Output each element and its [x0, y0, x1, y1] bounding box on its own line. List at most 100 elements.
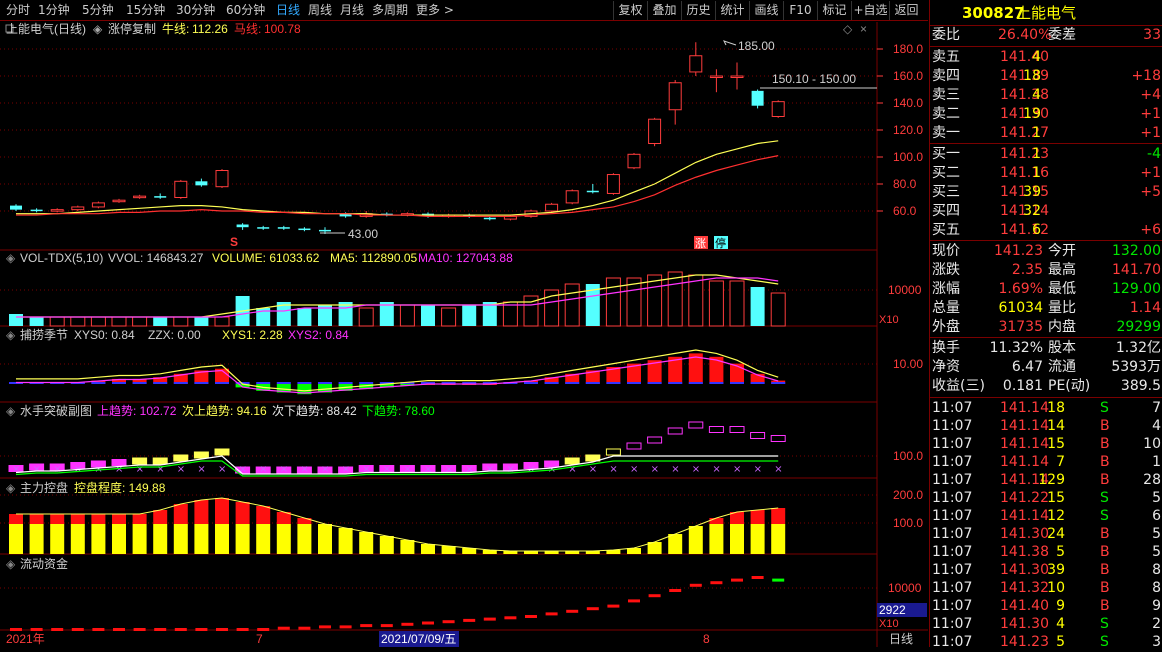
control-bar-yellow [235, 524, 250, 554]
toolbar-button[interactable]: 复权 [613, 1, 647, 20]
toolbar-button[interactable]: 统计 [715, 1, 749, 20]
flow-mark [92, 628, 105, 631]
stat2-row: 换手 11.32% 股本 1.32亿 [930, 339, 1162, 358]
date-axis-month8: 8 [703, 632, 710, 646]
control-dropdown-icon[interactable]: ◈ [6, 481, 16, 495]
control-line [16, 497, 779, 552]
candle-body [689, 55, 703, 73]
bid-row: 买五 141.12 6 +6 [930, 221, 1162, 240]
period-tab[interactable]: 更多 > [416, 2, 454, 19]
breakout-x-mark: × [115, 464, 123, 475]
toolbar-button[interactable]: 叠加 [647, 1, 681, 20]
toolbar-button[interactable]: 标记 [817, 1, 851, 20]
panel-close-icon[interactable]: × [860, 22, 867, 36]
tick-row: 11:07 141.38 5 B 5 [930, 543, 1162, 562]
y-tick-160: 160.0 [893, 69, 923, 83]
period-tab[interactable]: 月线 [340, 2, 364, 19]
breakout-next-down-line [15, 455, 779, 475]
season-title[interactable]: 捕捞季节 [20, 327, 68, 342]
candle-body [545, 203, 559, 212]
control-title[interactable]: 主力控盘 [20, 480, 68, 495]
season-base [709, 382, 724, 384]
tick-volume: 5 [1056, 544, 1065, 560]
tick-row: 11:07 141.32 10 B 8 [930, 579, 1162, 598]
toolbar-button[interactable]: 历史 [681, 1, 715, 20]
period-tab[interactable]: 5分钟 [82, 2, 114, 19]
control-bar-red [9, 514, 23, 524]
bid-change: +6 [1140, 222, 1161, 238]
tick-side: B [1100, 526, 1110, 542]
dropdown-icon[interactable]: ◈ [93, 22, 103, 36]
candle-body [236, 224, 249, 228]
toolbar-button[interactable]: 返回 [889, 1, 923, 20]
breakout-x-mark: × [609, 464, 617, 475]
tick-count: 3 [1152, 634, 1161, 650]
flow-mark [257, 628, 270, 631]
breakout-x-mark: × [774, 464, 782, 475]
stat-label: 最低 [1048, 281, 1076, 297]
ask-label: 卖三 [932, 87, 960, 103]
diamond-icon[interactable]: ◇ [843, 22, 853, 36]
candle-body [277, 227, 290, 229]
kline-chart[interactable]: × × × × × × × × × × × × × × × × × × × × × × × × × × × × × × × × × × × × × × 上… [0, 21, 928, 647]
date-axis-period[interactable]: 日线 [889, 632, 913, 646]
tick-price: 141.32 [1000, 580, 1049, 596]
season-base [91, 382, 106, 384]
bid-label: 买二 [932, 165, 960, 181]
volume-bar [750, 287, 765, 326]
flow-dropdown-icon[interactable]: ◈ [6, 557, 16, 571]
breakout-bar [214, 448, 230, 456]
period-tab[interactable]: 周线 [308, 2, 332, 19]
toolbar-button[interactable]: 画线 [749, 1, 783, 20]
breakout-title[interactable]: 水手突破副图 [20, 403, 92, 418]
tick-volume: 10 [1047, 580, 1065, 596]
period-tab[interactable]: 15分钟 [126, 2, 165, 19]
date-axis-month7: 7 [256, 632, 263, 646]
period-tab[interactable]: 30分钟 [176, 2, 215, 19]
season-base [585, 382, 600, 384]
season-base [276, 382, 291, 384]
volume-bar [132, 316, 148, 327]
breakout-x-mark: × [197, 464, 205, 475]
control-bar-yellow [421, 544, 435, 554]
ask-row: 卖三 141.38 4 +4 [930, 86, 1162, 105]
period-tab[interactable]: 日线 [276, 2, 300, 19]
period-tab[interactable]: 分时 [6, 2, 30, 19]
volume-bar [70, 316, 86, 327]
breakout-x-mark: × [362, 464, 370, 475]
tick-time: 11:07 [932, 490, 973, 506]
tick-volume: 14 [1047, 418, 1065, 434]
stat2-label: 收益(三) [932, 378, 985, 394]
season-y-tick: 10.00 [893, 357, 923, 371]
season-dropdown-icon[interactable]: ◈ [6, 328, 16, 342]
control-bar-yellow [379, 536, 394, 554]
breakout-x-mark: × [712, 464, 720, 475]
flow-mark [442, 620, 455, 624]
period-tab[interactable]: 多周期 [372, 2, 408, 19]
toolbar-button[interactable]: F10 [783, 1, 817, 20]
volume-bar [153, 317, 168, 326]
period-tab[interactable]: 1分钟 [38, 2, 70, 19]
breakout-dropdown-icon[interactable]: ◈ [6, 404, 16, 418]
tick-time: 11:07 [932, 400, 973, 416]
control-degree: 控盘程度: 149.88 [74, 480, 166, 495]
vol-dropdown-icon[interactable]: ◈ [6, 251, 16, 265]
vol-title[interactable]: VOL-TDX(5,10) [20, 251, 103, 265]
tick-time: 11:07 [932, 472, 973, 488]
toolbar-button[interactable]: +自选 [851, 1, 889, 20]
flow-mark [174, 628, 187, 631]
volume-bar [9, 314, 23, 326]
tick-price: 141.30 [1000, 526, 1049, 542]
ma1-label: 牛线: [162, 21, 189, 36]
volume-bar [688, 274, 704, 327]
ma-horse-line [16, 155, 779, 217]
flow-title[interactable]: 流动资金 [20, 556, 68, 571]
tick-volume: 12 [1047, 508, 1065, 524]
stat2-value: 5393万 [1111, 359, 1161, 375]
period-tab[interactable]: 60分钟 [226, 2, 265, 19]
stat2-row: 收益(三) 0.181 PE(动) 389.5 [930, 377, 1162, 396]
breakout-bar [173, 454, 189, 462]
stat-value: 132.00 [1112, 243, 1161, 259]
tick-volume: 129 [1038, 472, 1065, 488]
indicator-name[interactable]: 涨停复制 [108, 21, 156, 36]
